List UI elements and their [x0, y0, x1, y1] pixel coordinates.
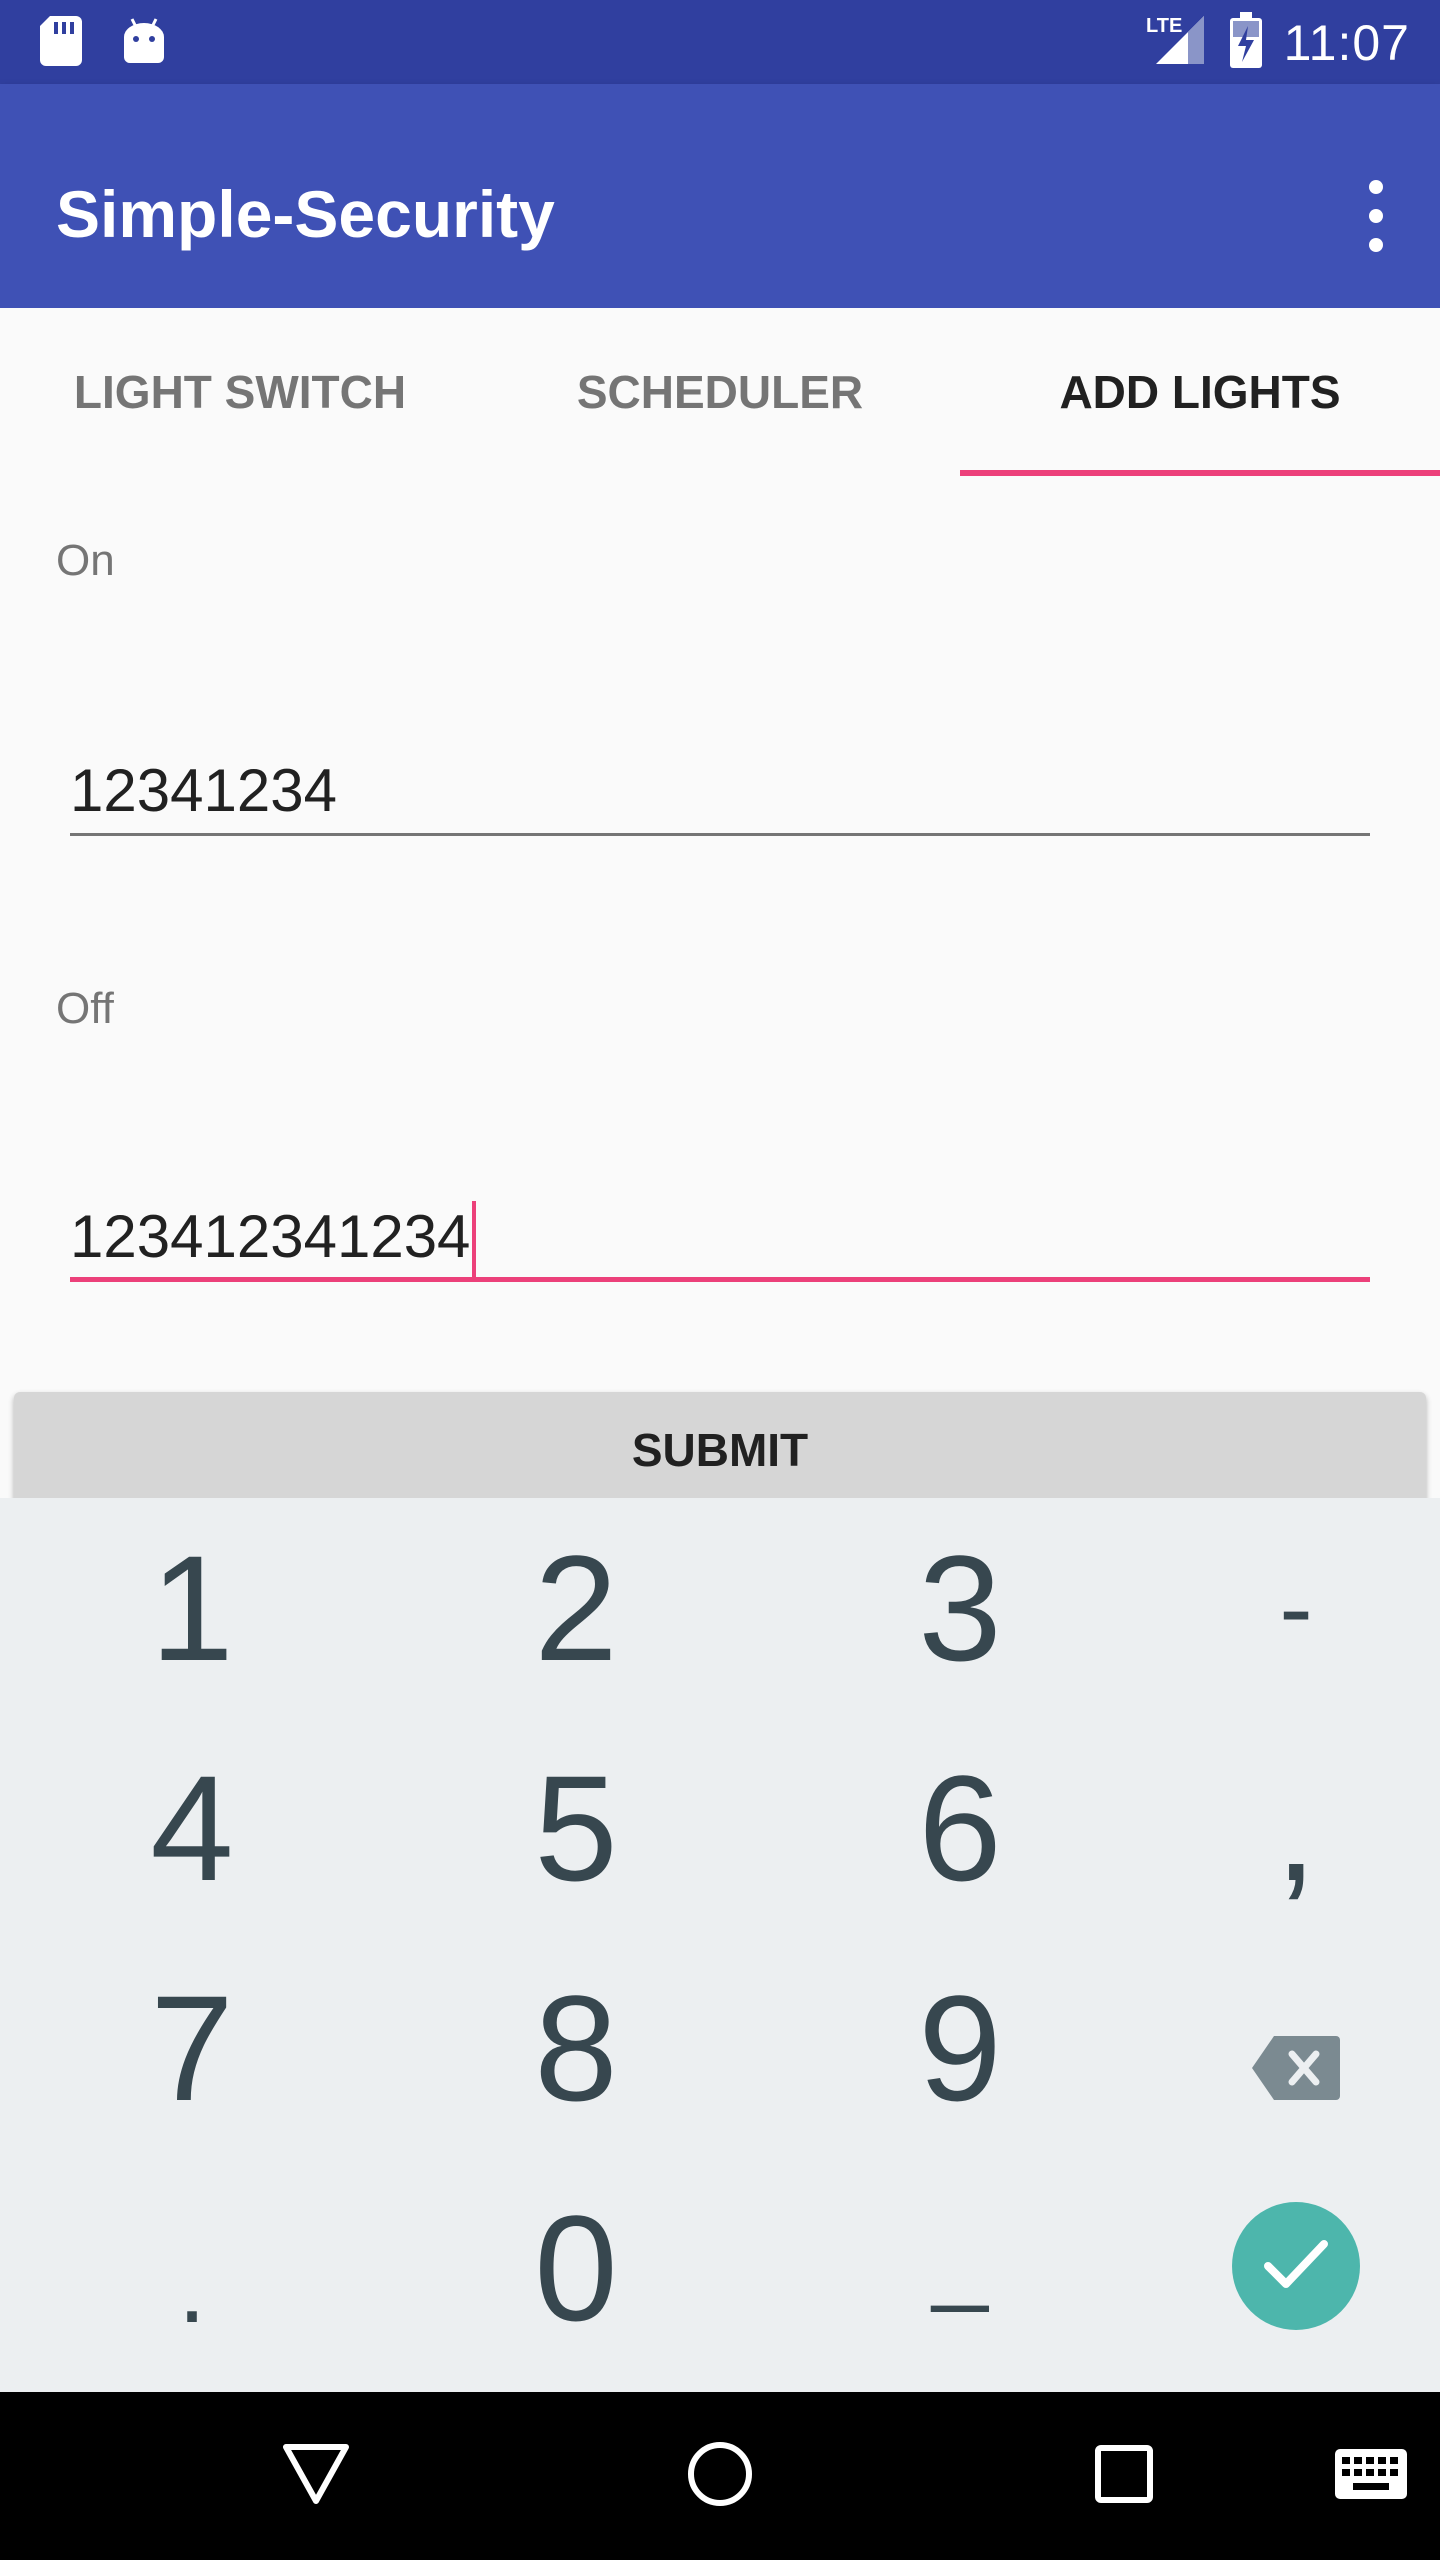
key-minus[interactable]: -	[1104, 1498, 1440, 1718]
key-6[interactable]: 6	[768, 1718, 1152, 1938]
key-comma[interactable]: ,	[1104, 1718, 1440, 1938]
app-title: Simple-Security	[56, 177, 555, 251]
key-9[interactable]: 9	[768, 1938, 1152, 2158]
key-3[interactable]: 3	[768, 1498, 1152, 1718]
on-label: On	[56, 536, 115, 585]
backspace-icon	[1252, 1962, 1340, 2135]
home-button[interactable]	[660, 2392, 780, 2560]
tab-add-lights[interactable]: ADD LIGHTS	[960, 308, 1440, 476]
tab-scheduler[interactable]: SCHEDULER	[480, 308, 960, 476]
text-caret	[472, 1201, 477, 1282]
status-bar: LTE 11:07	[0, 0, 1440, 84]
key-2[interactable]: 2	[384, 1498, 768, 1718]
on-field-value: 12341234	[70, 757, 337, 824]
backspace-key[interactable]	[1104, 1938, 1440, 2158]
recents-button[interactable]	[1064, 2392, 1184, 2560]
key-period-label: .	[178, 2231, 206, 2344]
tab-light-switch[interactable]: LIGHT SWITCH	[0, 308, 480, 476]
tab-bar: LIGHT SWITCH SCHEDULER ADD LIGHTS	[0, 308, 1440, 476]
key-period[interactable]: .	[0, 2158, 384, 2378]
keyboard-switch-button[interactable]	[1316, 2392, 1426, 2560]
keyboard-icon	[1335, 2448, 1407, 2504]
sd-card-icon	[40, 16, 82, 71]
status-time: 11:07	[1283, 14, 1410, 71]
recents-icon	[1094, 2444, 1154, 2509]
key-4[interactable]: 4	[0, 1718, 384, 1938]
tab-indicator	[960, 470, 1440, 476]
key-space-label: _	[932, 2201, 988, 2314]
android-icon	[122, 17, 166, 70]
key-5[interactable]: 5	[384, 1718, 768, 1938]
battery-charging-icon	[1229, 12, 1262, 73]
key-0[interactable]: 0	[384, 2158, 768, 2378]
off-label: Off	[56, 984, 114, 1033]
back-icon	[282, 2443, 350, 2510]
numeric-keyboard: 1 2 3 - 4 5 6 , 7 8 9 . 0 _	[0, 1498, 1440, 2392]
submit-button[interactable]: SUBMIT	[14, 1392, 1426, 1508]
on-field[interactable]: 12341234	[70, 746, 1370, 836]
off-field-value: 123412341234	[70, 1203, 471, 1270]
key-7[interactable]: 7	[0, 1938, 384, 2158]
more-vert-icon[interactable]	[1352, 180, 1400, 252]
lte-signal-icon: LTE	[1144, 12, 1208, 73]
key-1[interactable]: 1	[0, 1498, 384, 1718]
navigation-bar	[0, 2392, 1440, 2560]
check-icon	[1264, 2238, 1328, 2295]
app-bar: Simple-Security	[0, 84, 1440, 308]
network-label: LTE	[1146, 15, 1182, 37]
done-key[interactable]	[1232, 2202, 1360, 2330]
back-button[interactable]	[256, 2392, 376, 2560]
key-8[interactable]: 8	[384, 1938, 768, 2158]
key-space[interactable]: _	[768, 2158, 1152, 2378]
off-field[interactable]: 123412341234	[70, 1192, 1370, 1282]
home-icon	[686, 2440, 754, 2513]
